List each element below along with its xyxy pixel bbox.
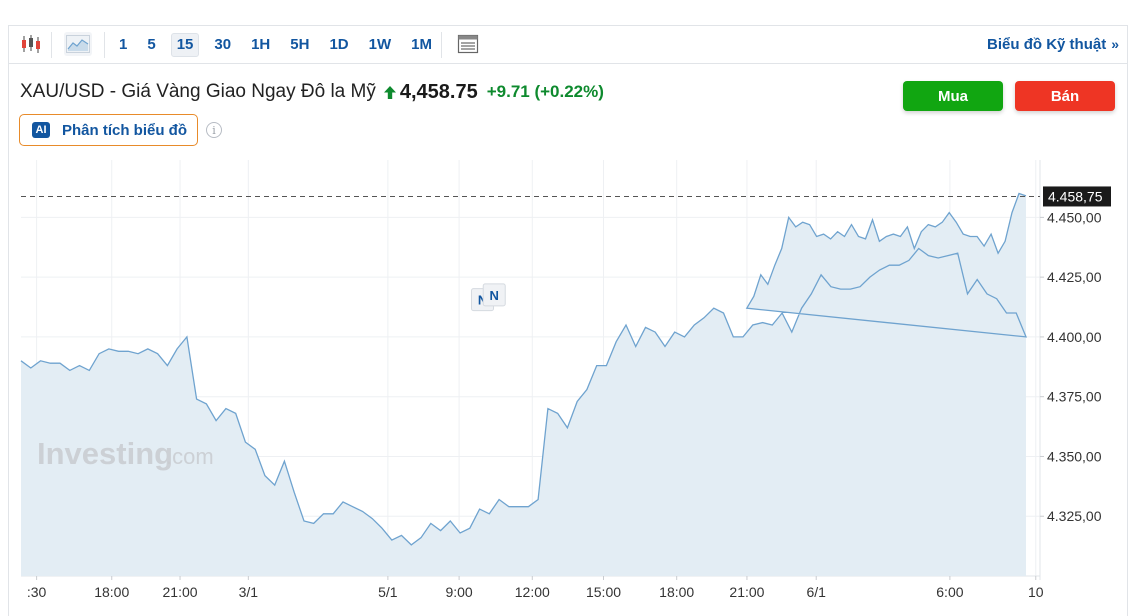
x-tick-label: 6/1 <box>806 584 826 600</box>
last-price-tag-label: 4.458,75 <box>1048 188 1103 204</box>
x-tick-label: 10 <box>1028 584 1044 600</box>
x-tick-label: 12:00 <box>515 584 550 600</box>
price-area-fill <box>21 193 1026 576</box>
x-tick-label: 21:00 <box>163 584 198 600</box>
news-marker-label: N <box>490 288 499 303</box>
y-tick-label: 4.375,00 <box>1047 389 1102 405</box>
y-tick-label: 4.400,00 <box>1047 329 1102 345</box>
x-tick-label: 18:00 <box>659 584 694 600</box>
event-markers: NN <box>471 283 506 312</box>
price-chart[interactable]: Investing .com NN 4.325,00 4.350,00 4.375,… <box>0 0 1135 616</box>
x-tick-label: 15:00 <box>586 584 621 600</box>
x-tick-label: 18:00 <box>94 584 129 600</box>
x-tick-label: 21:00 <box>729 584 764 600</box>
y-axis: 4.325,00 4.350,00 4.375,00 4.400,00 4.425,00… <box>1040 209 1102 524</box>
news-marker[interactable]: N <box>482 283 506 307</box>
x-tick-label: 6:00 <box>936 584 963 600</box>
y-tick-label: 4.325,00 <box>1047 508 1102 524</box>
x-tick-label: 5/1 <box>378 584 398 600</box>
y-tick-label: 4.350,00 <box>1047 448 1102 464</box>
x-tick-label: :30 <box>27 584 47 600</box>
watermark-suffix: .com <box>166 444 214 469</box>
x-axis: :30 18:00 21:00 3/1 5/1 9:00 12:00 15:00 18:00 21… <box>27 576 1044 600</box>
x-tick-label: 3/1 <box>239 584 259 600</box>
x-tick-label: 9:00 <box>445 584 472 600</box>
watermark-brand: Investing <box>37 436 173 471</box>
y-tick-label: 4.425,00 <box>1047 269 1102 285</box>
y-tick-label: 4.450,00 <box>1047 209 1102 225</box>
last-price-tag: 4.458,75 <box>1043 186 1111 207</box>
